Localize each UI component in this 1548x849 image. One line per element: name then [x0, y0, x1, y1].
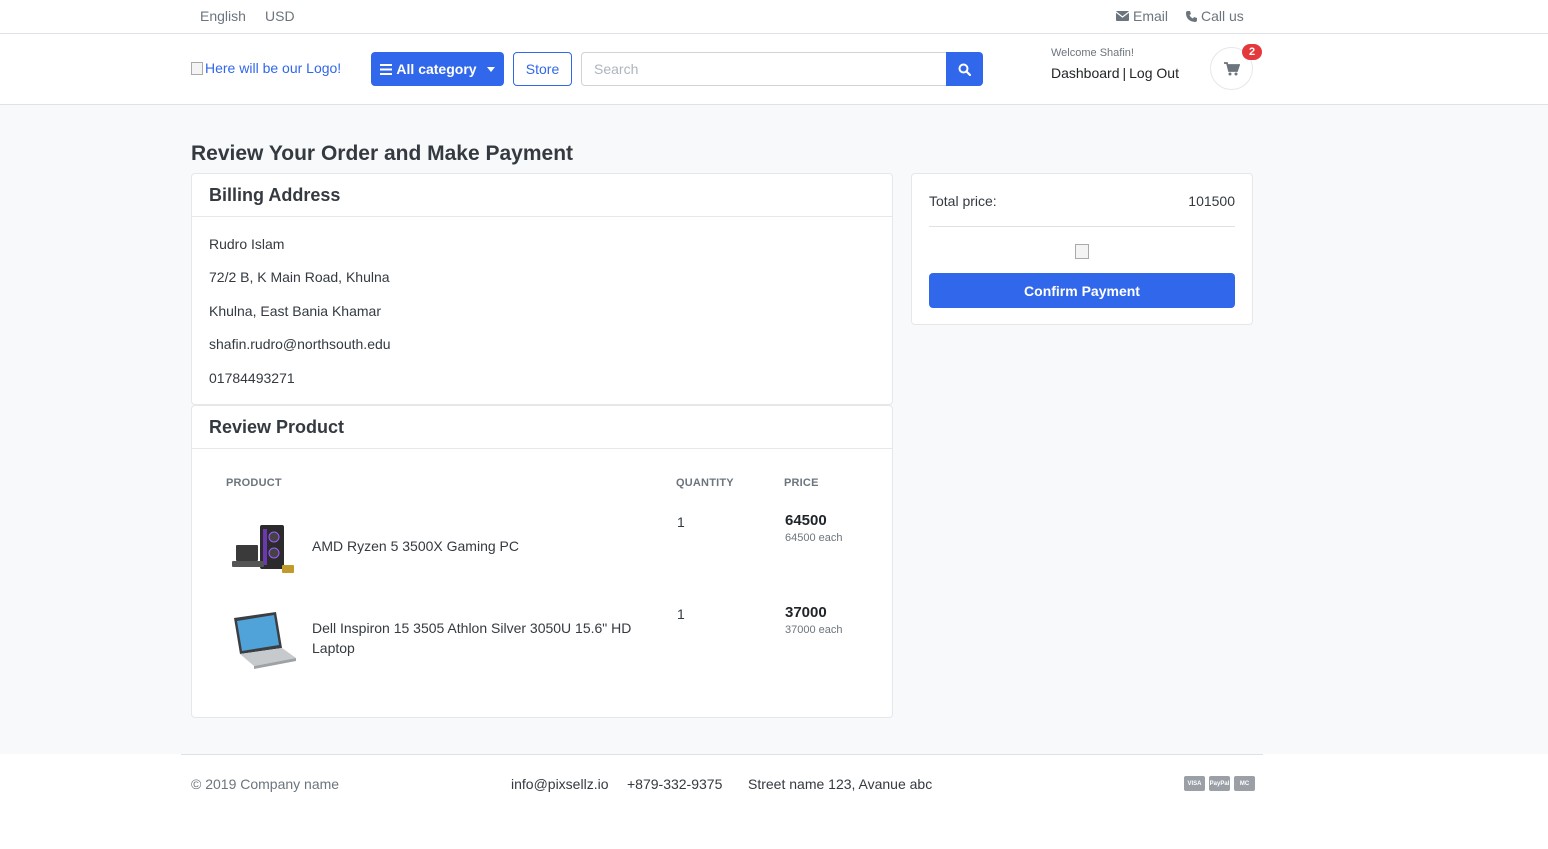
- billing-address-card: Billing Address Rudro Islam 72/2 B, K Ma…: [191, 173, 893, 405]
- copyright-text: © 2019 Company name: [191, 776, 340, 792]
- billing-address-line2: Khulna, East Bania Khamar: [209, 303, 381, 319]
- product-unit-price: 37000 each: [785, 624, 843, 636]
- gaming-pc-icon: [232, 525, 294, 573]
- column-header-price: Price: [784, 477, 819, 489]
- cart-count-badge: 2: [1242, 44, 1262, 60]
- email-link-label: Email: [1133, 8, 1169, 24]
- total-price-value: 101500: [1188, 193, 1235, 209]
- account-links: Dashboard | Log Out: [1051, 65, 1179, 81]
- review-product-card: Review Product Product Quantity Price AM…: [191, 405, 893, 718]
- currency-selector[interactable]: USD: [265, 8, 295, 24]
- top-bar: English USD Email Call us: [0, 0, 1548, 34]
- product-unit-price: 64500 each: [785, 532, 843, 544]
- visa-icon: VISA: [1184, 776, 1205, 791]
- product-name: Dell Inspiron 15 3505 Athlon Silver 3050…: [312, 620, 632, 656]
- mastercard-icon: MC: [1234, 776, 1255, 791]
- product-quantity: 1: [677, 606, 685, 622]
- confirm-payment-button[interactable]: Confirm Payment: [929, 273, 1235, 308]
- order-summary-card: Total price: 101500 Confirm Payment: [911, 173, 1253, 325]
- billing-email: shafin.rudro@northsouth.edu: [209, 336, 391, 352]
- footer-divider: [181, 754, 1263, 755]
- all-category-label: All category: [396, 61, 477, 77]
- product-price: 37000: [785, 604, 827, 621]
- logo-link[interactable]: Here will be our Logo!: [191, 60, 341, 76]
- divider: [929, 226, 1235, 227]
- product-quantity: 1: [677, 514, 685, 530]
- laptop-icon: [234, 612, 296, 669]
- footer-phone: +879-332-9375: [627, 776, 723, 792]
- column-header-quantity: Quantity: [676, 477, 734, 489]
- phone-icon: [1186, 10, 1197, 22]
- billing-name: Rudro Islam: [209, 236, 285, 252]
- logout-link[interactable]: Log Out: [1129, 65, 1179, 81]
- paypal-icon: PayPal: [1209, 776, 1230, 791]
- all-category-button[interactable]: All category: [371, 52, 504, 86]
- shopping-cart-icon: [1223, 61, 1240, 75]
- site-footer: © 2019 Company name info@pixsellz.io +87…: [0, 754, 1548, 849]
- broken-image-icon: [191, 61, 203, 75]
- language-selector[interactable]: English: [200, 8, 246, 24]
- search-button[interactable]: [946, 52, 983, 86]
- footer-email: info@pixsellz.io: [511, 776, 609, 792]
- account-links-separator: |: [1122, 65, 1127, 81]
- call-us-link[interactable]: Call us: [1186, 8, 1244, 24]
- chevron-down-icon: [486, 66, 495, 72]
- welcome-text: Welcome Shafin!: [1051, 47, 1134, 59]
- total-price-label: Total price:: [929, 193, 997, 209]
- review-product-heading: Review Product: [192, 406, 892, 449]
- envelope-icon: [1116, 11, 1129, 21]
- search-icon: [958, 63, 971, 76]
- dashboard-link[interactable]: Dashboard: [1051, 65, 1120, 81]
- broken-image-icon: [1075, 244, 1089, 259]
- footer-address: Street name 123, Avanue abc: [748, 776, 933, 792]
- billing-phone: 01784493271: [209, 370, 295, 386]
- call-us-label: Call us: [1201, 8, 1244, 24]
- menu-icon: [380, 63, 393, 75]
- billing-address-line1: 72/2 B, K Main Road, Khulna: [209, 269, 390, 285]
- column-header-product: Product: [226, 477, 282, 489]
- logo-alt-text: Here will be our Logo!: [205, 60, 342, 76]
- page-title: Review Your Order and Make Payment: [191, 142, 574, 165]
- product-price: 64500: [785, 512, 827, 529]
- site-header: Here will be our Logo! All category Stor…: [0, 34, 1548, 105]
- search-input[interactable]: [581, 52, 947, 86]
- email-link[interactable]: Email: [1116, 8, 1168, 24]
- billing-address-heading: Billing Address: [192, 174, 892, 217]
- product-name: AMD Ryzen 5 3500X Gaming PC: [312, 538, 519, 554]
- store-button[interactable]: Store: [513, 52, 572, 86]
- payment-methods: VISA PayPal MC: [1184, 776, 1255, 791]
